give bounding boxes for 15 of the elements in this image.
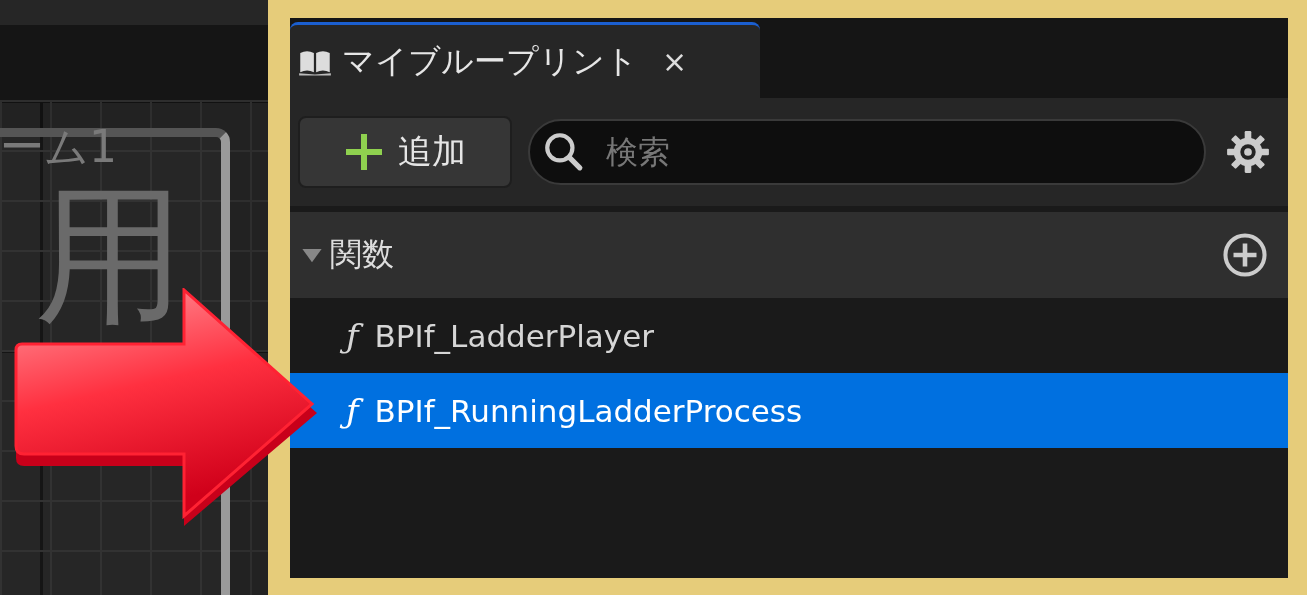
plus-icon <box>344 132 384 172</box>
comment-text: 用 <box>35 180 185 330</box>
search-icon <box>542 130 584 172</box>
section-title: 関数 <box>330 234 395 275</box>
function-item[interactable]: ƒ BPIf_LadderPlayer <box>290 298 1288 373</box>
settings-icon[interactable] <box>1226 130 1270 174</box>
panel-tab[interactable]: マイブループリント × <box>290 22 760 98</box>
section-header[interactable]: 関数 <box>290 212 1288 298</box>
close-button[interactable]: × <box>662 44 688 79</box>
add-button[interactable]: 追加 <box>298 116 512 188</box>
add-circle-icon[interactable] <box>1222 232 1268 278</box>
search-field[interactable]: 検索 <box>528 119 1206 185</box>
zoom-label: ーム1 <box>0 120 117 174</box>
function-item[interactable]: ƒ BPIf_RunningLadderProcess <box>290 373 1288 448</box>
tab-title: マイブループリント <box>342 40 638 82</box>
